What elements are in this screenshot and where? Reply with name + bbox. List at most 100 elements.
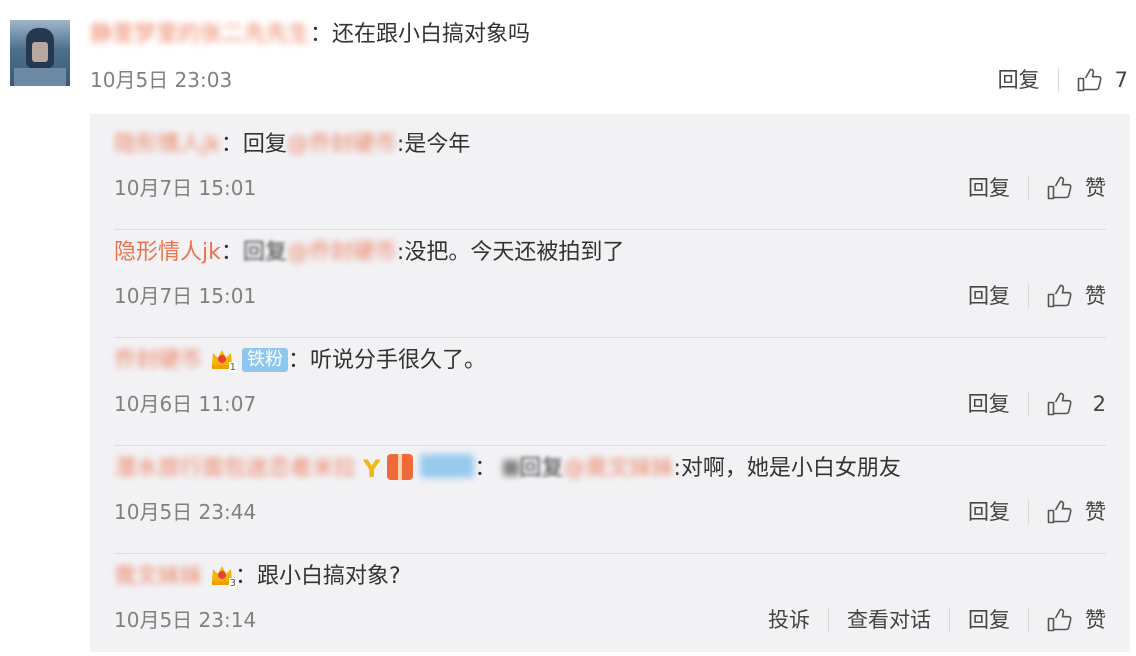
- reply-divider: [114, 445, 1106, 446]
- action-divider: [1028, 176, 1029, 200]
- crown-level: 3: [228, 578, 238, 589]
- reply-divider: [114, 337, 1106, 338]
- action-divider: [1057, 68, 1059, 92]
- replies-panel: 隐形情人jk：回复@乔封硬币:是今年 10月7日 15:01 回复 赞 隐形情人…: [90, 114, 1130, 652]
- comment-thread: 静里梦里的张二先先生：还在跟小白搞对象吗 10月5日 23:03 回复 7 隐形…: [0, 0, 1136, 656]
- reply-button[interactable]: 回复: [968, 495, 1010, 529]
- like-count: 2: [1092, 392, 1106, 416]
- reply-separator: ：: [235, 564, 258, 589]
- like-button[interactable]: 赞: [1047, 279, 1106, 313]
- main-comment-meta: 10月5日 23:03 回复 7: [90, 63, 1136, 97]
- avatar[interactable]: [10, 20, 70, 86]
- reply-text: :没把。今天还被拍到了: [396, 240, 625, 265]
- like-button[interactable]: 赞: [1047, 495, 1106, 529]
- crown-badge-icon[interactable]: 3: [209, 561, 238, 589]
- reply-line: 隐形情人jk：回复@乔封硬币:是今年: [114, 128, 1106, 162]
- reply-item: 竟文妹妹 3 ：跟小白搞对象? 10月5日 23:14 投诉 查看对话 回复 赞: [114, 560, 1106, 632]
- thumbs-up-icon: [1077, 68, 1102, 92]
- mask-block: [503, 460, 520, 476]
- reply-actions: 回复 2: [968, 387, 1106, 421]
- action-divider: [1028, 284, 1029, 308]
- like-button[interactable]: 赞: [1047, 171, 1106, 205]
- reply-username[interactable]: 竟文妹妹: [114, 564, 202, 589]
- reply-button[interactable]: 回复: [998, 63, 1040, 97]
- reply-meta: 10月7日 15:01 回复 赞: [114, 279, 1106, 313]
- reply-username[interactable]: 隐形情人jk: [114, 240, 221, 265]
- reply-text: :对啊，她是小白女朋友: [673, 456, 901, 481]
- fan-badge[interactable]: 铁粉: [242, 348, 289, 372]
- reply-item: 乔封硬币 1 铁粉 ：听说分手很久了。 10月6日 11:07 回复 2: [114, 344, 1106, 446]
- reply-username[interactable]: 隐形情人jk: [114, 132, 221, 157]
- reply-text: :是今年: [396, 132, 471, 157]
- reply-actions: 回复 赞: [968, 279, 1106, 313]
- main-comment-time: 10月5日 23:03: [90, 68, 233, 92]
- report-button[interactable]: 投诉: [768, 603, 810, 637]
- reply-username[interactable]: 乔封硬币: [114, 348, 202, 373]
- action-divider: [949, 608, 950, 632]
- reply-mention[interactable]: @乔封硬币: [287, 132, 397, 157]
- reply-prefix: 回复: [242, 240, 287, 265]
- reply-separator: ：: [288, 348, 311, 373]
- reply-line: 竟文妹妹 3 ：跟小白搞对象?: [114, 560, 1106, 594]
- reply-button[interactable]: 回复: [968, 279, 1010, 313]
- reply-time: 10月5日 23:44: [114, 500, 257, 524]
- reply-separator: ：: [220, 132, 243, 157]
- reply-divider: [114, 229, 1106, 230]
- like-button[interactable]: 赞: [1047, 603, 1106, 637]
- gift-badge-icon[interactable]: [387, 454, 414, 480]
- reply-separator: ：: [220, 240, 243, 265]
- reply-time: 10月6日 11:07: [114, 392, 257, 416]
- reply-meta: 10月5日 23:44 回复 赞: [114, 495, 1106, 529]
- avatar-face: [32, 42, 48, 62]
- reply-button[interactable]: 回复: [968, 603, 1010, 637]
- reply-prefix: 回复: [242, 132, 287, 157]
- like-count: 7: [1114, 68, 1128, 92]
- thumbs-up-icon: [1047, 392, 1072, 416]
- reply-line: 潜水旅行面包迷恋者米拉 Y ： 回复@竟文妹妹:对啊，她是小白女朋友: [114, 452, 1106, 486]
- thumbs-up-icon: [1047, 608, 1072, 632]
- crown-level: 1: [228, 362, 238, 373]
- fan-badge[interactable]: [420, 454, 475, 478]
- main-comment: 静里梦里的张二先先生：还在跟小白搞对象吗 10月5日 23:03 回复 7: [90, 18, 1136, 92]
- main-comment-line: 静里梦里的张二先先生：还在跟小白搞对象吗: [90, 18, 1136, 52]
- reply-time: 10月5日 23:14: [114, 608, 257, 632]
- like-label: 赞: [1085, 608, 1106, 632]
- action-divider: [1028, 500, 1029, 524]
- reply-button[interactable]: 回复: [968, 387, 1010, 421]
- reply-meta: 10月5日 23:14 投诉 查看对话 回复 赞: [114, 603, 1106, 637]
- reply-meta: 10月7日 15:01 回复 赞: [114, 171, 1106, 205]
- thumbs-up-icon: [1047, 176, 1072, 200]
- reply-item: 隐形情人jk：回复@乔封硬币:是今年 10月7日 15:01 回复 赞: [114, 128, 1106, 230]
- action-divider: [828, 608, 829, 632]
- reply-text: 跟小白搞对象?: [257, 564, 401, 589]
- main-comment-actions: 回复 7: [998, 63, 1128, 97]
- like-label: 赞: [1085, 500, 1106, 524]
- reply-text: 听说分手很久了。: [310, 348, 487, 373]
- like-button[interactable]: 2: [1047, 387, 1106, 421]
- main-comment-separator: ：: [310, 22, 333, 47]
- vip-y-badge-icon[interactable]: Y: [363, 452, 380, 486]
- reply-meta: 10月6日 11:07 回复 2: [114, 387, 1106, 421]
- reply-time: 10月7日 15:01: [114, 284, 257, 308]
- crown-badge-icon[interactable]: 1: [209, 345, 238, 373]
- main-comment-text: 还在跟小白搞对象吗: [332, 22, 531, 47]
- action-divider: [1027, 392, 1029, 416]
- reply-actions: 投诉 查看对话 回复 赞: [768, 603, 1106, 637]
- reply-item: 隐形情人jk：回复@乔封硬币:没把。今天还被拍到了 10月7日 15:01 回复…: [114, 236, 1106, 338]
- reply-actions: 回复 赞: [968, 171, 1106, 205]
- like-button[interactable]: 7: [1077, 63, 1128, 97]
- view-conversation-button[interactable]: 查看对话: [847, 603, 931, 637]
- main-comment-username[interactable]: 静里梦里的张二先先生: [90, 22, 310, 47]
- reply-line: 乔封硬币 1 铁粉 ：听说分手很久了。: [114, 344, 1106, 378]
- thumbs-up-icon: [1047, 284, 1072, 308]
- reply-prefix: 回复: [519, 456, 564, 481]
- reply-mention[interactable]: @竟文妹妹: [563, 456, 673, 481]
- reply-time: 10月7日 15:01: [114, 176, 257, 200]
- reply-separator: ：: [474, 456, 497, 481]
- action-divider: [1028, 608, 1029, 632]
- reply-button[interactable]: 回复: [968, 171, 1010, 205]
- like-label: 赞: [1085, 176, 1106, 200]
- reply-divider: [114, 553, 1106, 554]
- reply-username[interactable]: 潜水旅行面包迷恋者米拉: [114, 456, 356, 481]
- reply-mention[interactable]: @乔封硬币: [287, 240, 397, 265]
